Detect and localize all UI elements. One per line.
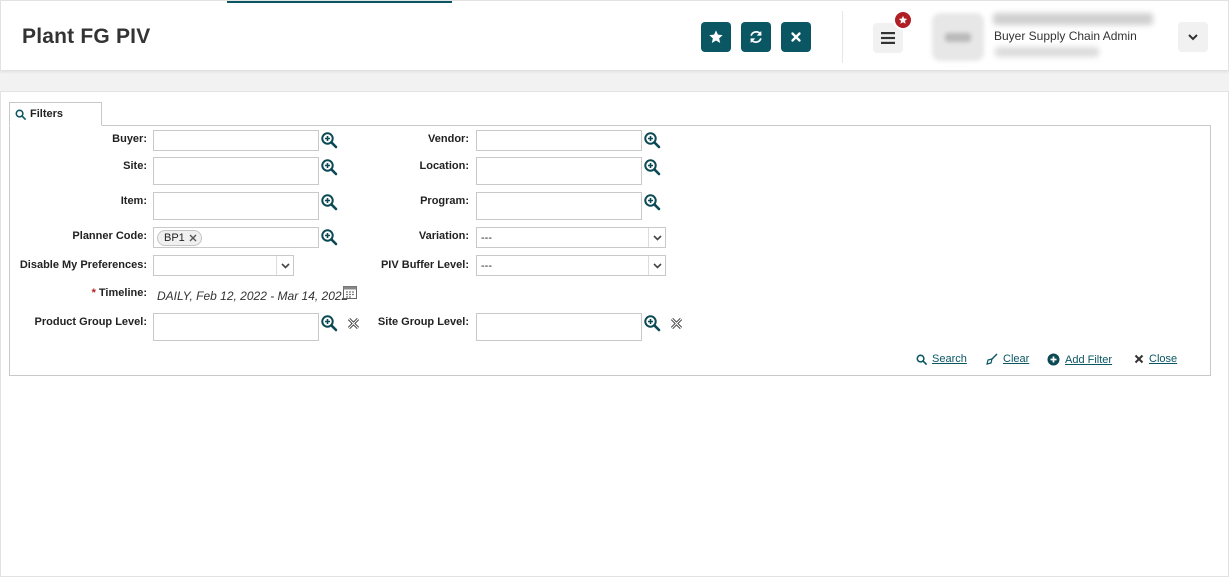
avatar	[932, 13, 984, 61]
zoom-search-icon[interactable]	[643, 158, 661, 176]
close-icon	[791, 32, 801, 42]
favorite-button[interactable]	[701, 22, 731, 52]
zoom-search-icon[interactable]	[320, 228, 338, 246]
program-input[interactable]	[476, 192, 642, 220]
top-header: Plant FG PIV Buyer Supply Chain Admin	[0, 0, 1229, 71]
zoom-search-icon[interactable]	[643, 314, 661, 332]
zoom-search-icon[interactable]	[320, 314, 338, 332]
remove-chip-icon[interactable]	[189, 234, 197, 242]
close-icon	[1134, 354, 1144, 364]
disable-preferences-select[interactable]	[153, 255, 294, 276]
plus-circle-icon	[1047, 353, 1060, 366]
location-input[interactable]	[476, 157, 642, 185]
chip-label: BP1	[164, 232, 185, 244]
planner-code-chip: BP1	[157, 230, 202, 246]
refresh-button[interactable]	[741, 22, 771, 52]
location-label: Location:	[419, 160, 470, 172]
search-icon	[15, 109, 26, 120]
broom-icon	[986, 353, 998, 365]
buyer-input[interactable]	[153, 130, 319, 151]
refresh-icon	[750, 31, 762, 43]
vendor-input[interactable]	[476, 130, 642, 151]
timeline-label: * Timeline:	[92, 287, 147, 299]
site-group-level-label: Site Group Level:	[377, 316, 469, 328]
piv-buffer-level-label: PIV Buffer Level:	[380, 259, 469, 271]
clear-field-icon[interactable]	[347, 317, 360, 330]
chevron-down-icon	[648, 256, 665, 275]
search-action[interactable]: Search	[916, 353, 967, 365]
chevron-down-icon	[276, 256, 293, 275]
product-group-level-input[interactable]	[153, 313, 319, 341]
variation-label: Variation:	[418, 230, 469, 242]
clear-action-label: Clear	[1003, 353, 1030, 365]
variation-select[interactable]: ---	[476, 227, 666, 248]
required-marker: *	[91, 287, 96, 299]
close-filters-action[interactable]: Close	[1134, 353, 1177, 365]
vendor-label: Vendor:	[428, 133, 469, 145]
user-role: Buyer Supply Chain Admin	[994, 29, 1137, 43]
item-input[interactable]	[153, 192, 319, 220]
star-icon	[709, 30, 723, 43]
disable-preferences-label: Disable My Preferences:	[19, 259, 147, 271]
user-detail-redacted	[995, 47, 1099, 57]
search-icon	[916, 354, 927, 365]
tab-filters[interactable]: Filters	[9, 102, 102, 126]
planner-code-input[interactable]: BP1	[153, 227, 319, 248]
site-input[interactable]	[153, 157, 319, 185]
star-badge-icon	[898, 15, 908, 24]
notification-badge[interactable]	[893, 10, 913, 30]
zoom-search-icon[interactable]	[320, 131, 338, 149]
clear-action[interactable]: Clear	[986, 353, 1029, 365]
search-action-label: Search	[932, 353, 967, 365]
piv-buffer-level-value: ---	[481, 259, 492, 272]
close-page-button[interactable]	[781, 22, 811, 52]
chevron-down-icon	[648, 228, 665, 247]
close-filters-action-label: Close	[1149, 353, 1178, 365]
zoom-search-icon[interactable]	[320, 193, 338, 211]
product-group-level-label: Product Group Level:	[34, 316, 147, 328]
buyer-label: Buyer:	[112, 133, 147, 145]
clear-field-icon[interactable]	[670, 317, 683, 330]
tab-filters-label: Filters	[30, 108, 64, 120]
program-label: Program:	[420, 195, 469, 207]
page-title: Plant FG PIV	[22, 25, 151, 48]
user-name-redacted	[993, 13, 1153, 25]
item-label: Item:	[120, 195, 147, 207]
zoom-search-icon[interactable]	[320, 158, 338, 176]
timeline-value[interactable]: DAILY, Feb 12, 2022 - Mar 14, 2022	[157, 289, 348, 303]
timeline-label-text: Timeline:	[98, 287, 147, 299]
zoom-search-icon[interactable]	[643, 131, 661, 149]
site-label: Site:	[123, 160, 147, 172]
active-tab-indicator	[227, 1, 452, 3]
add-filter-action[interactable]: Add Filter	[1047, 353, 1112, 366]
calendar-icon[interactable]	[342, 284, 358, 300]
variation-value: ---	[481, 231, 492, 244]
header-divider	[842, 11, 843, 63]
piv-buffer-level-select[interactable]: ---	[476, 255, 666, 276]
hamburger-menu-icon	[881, 32, 895, 44]
add-filter-action-label: Add Filter	[1065, 353, 1113, 366]
user-menu-button[interactable]	[1178, 22, 1208, 52]
chevron-down-icon	[1188, 33, 1198, 40]
site-group-level-input[interactable]	[476, 313, 642, 341]
zoom-search-icon[interactable]	[643, 193, 661, 211]
planner-code-label: Planner Code:	[72, 230, 147, 242]
